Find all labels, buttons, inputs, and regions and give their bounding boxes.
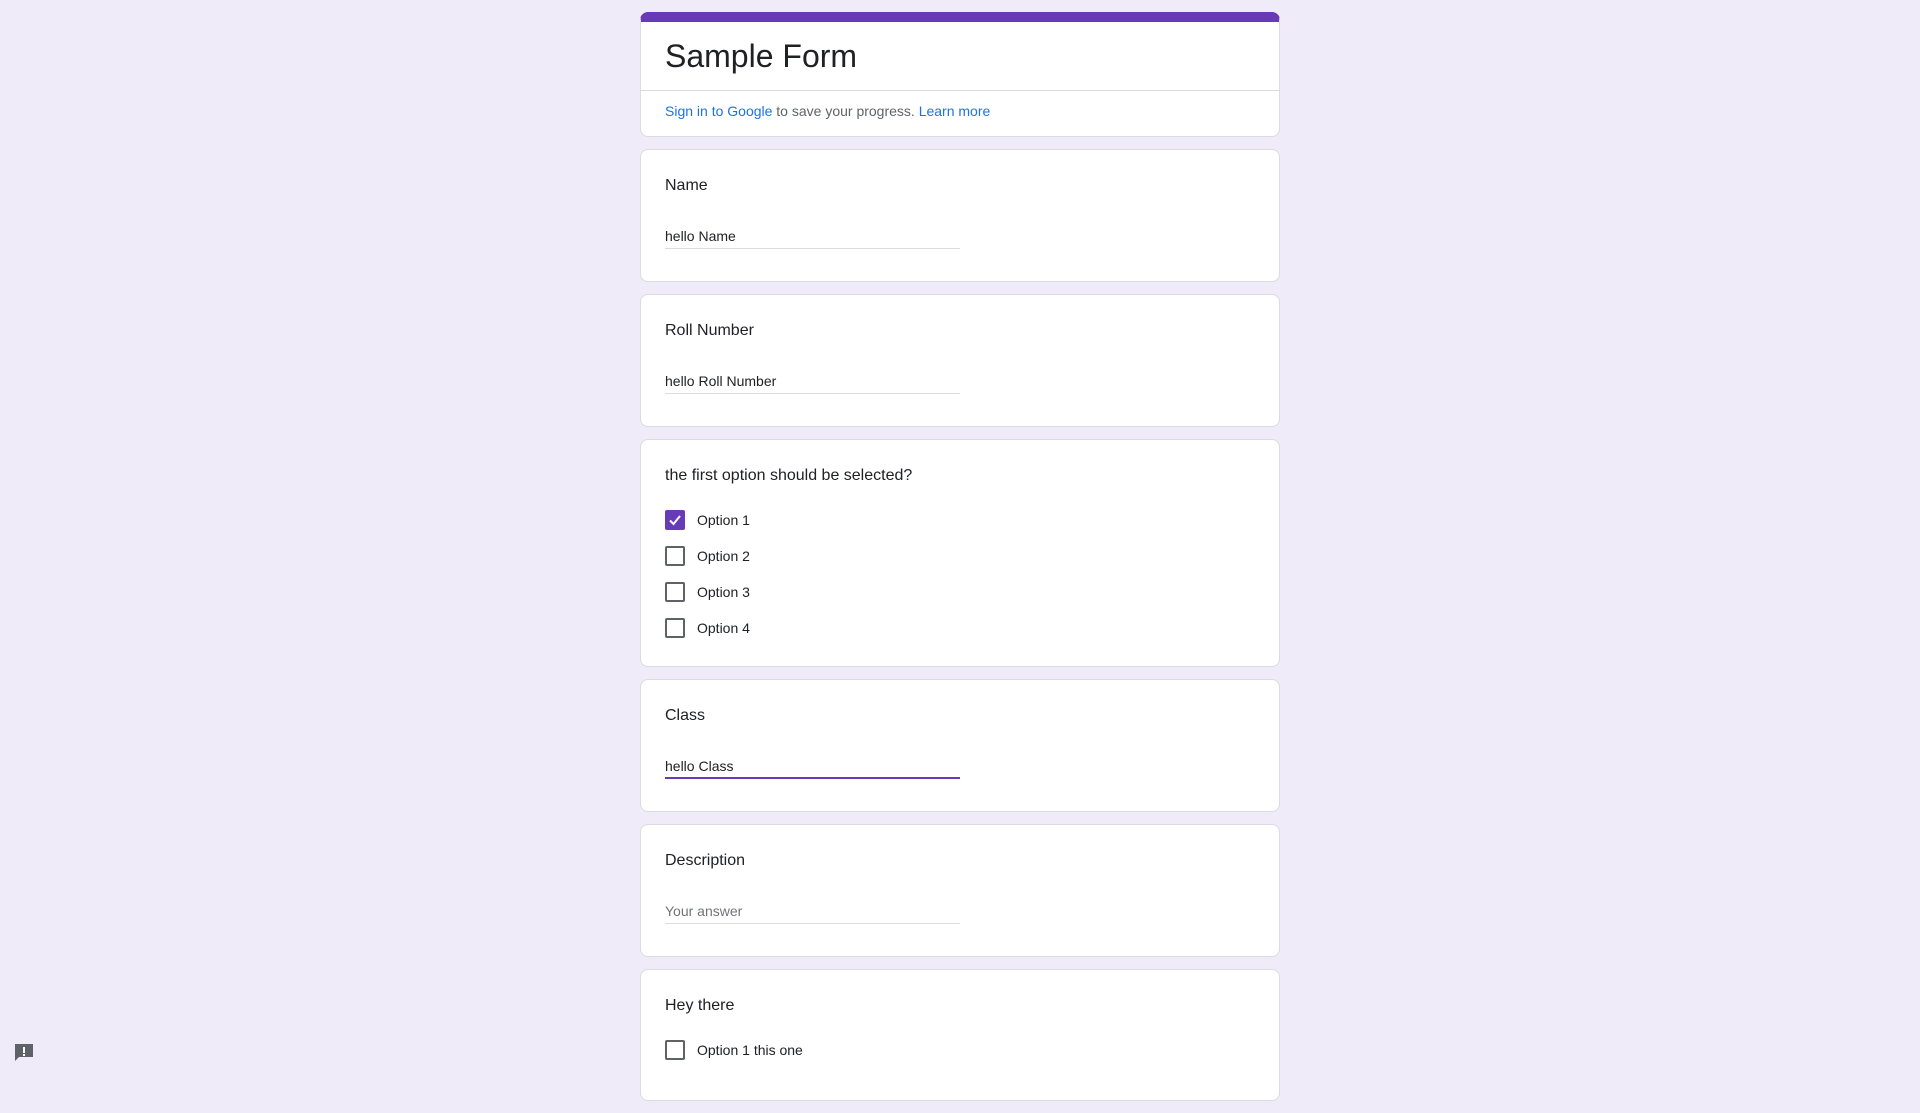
question-first-option: the first option should be selected? Opt… <box>640 439 1280 667</box>
option-label: Option 1 this one <box>697 1042 803 1058</box>
question-title: Class <box>665 707 706 724</box>
option-label: Option 1 <box>697 512 750 528</box>
option-label: Option 3 <box>697 584 750 600</box>
description-input[interactable] <box>665 897 960 924</box>
option-label: Option 4 <box>697 620 750 636</box>
name-input[interactable] <box>665 222 960 249</box>
checkbox-checked-icon[interactable] <box>665 510 685 530</box>
checkbox-option-1[interactable]: Option 1 <box>665 502 1255 538</box>
question-class: Class <box>640 679 1280 812</box>
checkbox-option-1-this-one[interactable]: Option 1 this one <box>665 1032 1255 1068</box>
checkbox-option-2[interactable]: Option 2 <box>665 538 1255 574</box>
question-title: Roll Number <box>665 322 754 339</box>
form-title: Sample Form <box>665 38 858 74</box>
question-title: Hey there <box>665 997 735 1014</box>
checkbox-option-3[interactable]: Option 3 <box>665 574 1255 610</box>
signin-notice: Sign in to Google to save your progress.… <box>641 91 1279 136</box>
checkbox-icon[interactable] <box>665 618 685 638</box>
checkbox-option-4[interactable]: Option 4 <box>665 610 1255 646</box>
question-title: Name <box>665 177 708 194</box>
question-title: Description <box>665 852 746 869</box>
checkbox-icon[interactable] <box>665 582 685 602</box>
question-description: Description <box>640 824 1280 957</box>
checkbox-icon[interactable] <box>665 1040 685 1060</box>
question-hey-there: Hey there Option 1 this one <box>640 969 1280 1101</box>
class-input[interactable] <box>665 752 960 779</box>
report-problem-icon[interactable] <box>13 1042 35 1062</box>
form-title-wrap: Sample Form <box>641 22 1279 91</box>
roll-number-input[interactable] <box>665 367 960 394</box>
form-header-card: Sample Form Sign in to Google to save yo… <box>640 12 1280 137</box>
option-label: Option 2 <box>697 548 750 564</box>
signin-text: to save your progress. <box>772 103 919 119</box>
question-title: the first option should be selected? <box>665 467 913 484</box>
learn-more-link[interactable]: Learn more <box>919 103 991 119</box>
question-name: Name <box>640 149 1280 282</box>
question-roll-number: Roll Number <box>640 294 1280 427</box>
signin-link[interactable]: Sign in to Google <box>665 103 772 119</box>
form-container: Sample Form Sign in to Google to save yo… <box>640 12 1280 1113</box>
checkbox-icon[interactable] <box>665 546 685 566</box>
